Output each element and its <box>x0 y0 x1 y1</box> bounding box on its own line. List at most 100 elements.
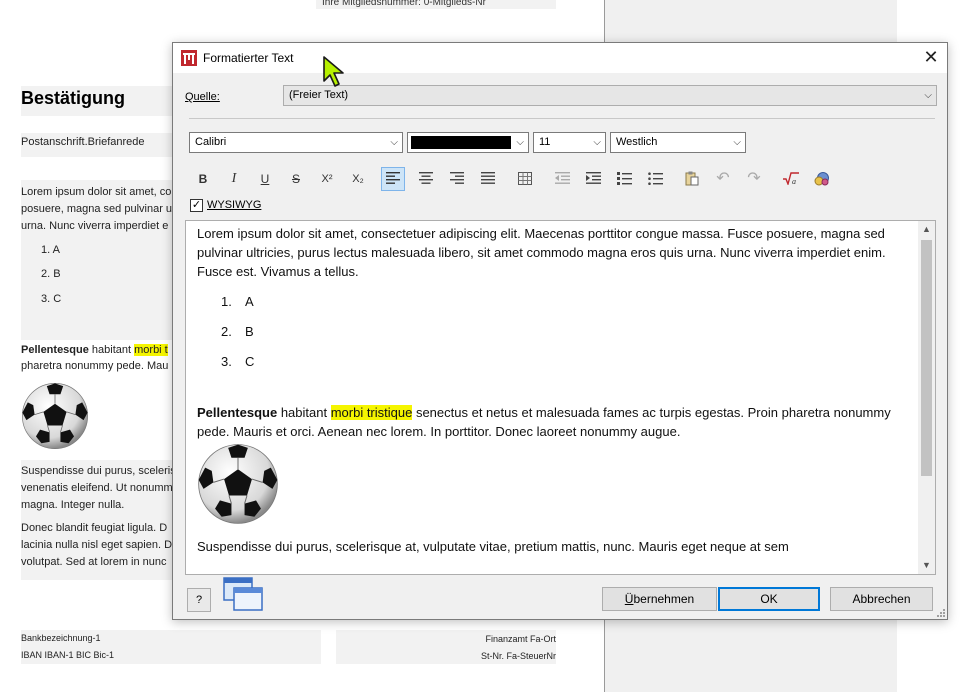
insert-table-button[interactable] <box>513 167 537 191</box>
table-icon <box>518 172 532 185</box>
chevron-up-icon: ▲ <box>922 224 931 234</box>
script-select[interactable]: Westlich ⌵ <box>610 132 746 153</box>
dialog-titlebar[interactable]: Formatierter Text ✕ <box>173 43 947 73</box>
doc-para1-line: posuere, magna sed pulvinar u <box>21 203 173 215</box>
doc-para4-line: Donec blandit feugiat ligula. D <box>21 522 168 534</box>
align-justify-button[interactable] <box>476 167 500 191</box>
bullet-list-icon <box>647 172 663 185</box>
field-placeholder-icon <box>814 172 829 186</box>
ok-button[interactable]: OK <box>718 587 820 611</box>
chevron-down-icon: ⌵ <box>516 137 524 148</box>
chevron-down-icon: ⌵ <box>924 90 932 101</box>
font-color-select[interactable]: ⌵ <box>407 132 529 153</box>
numbered-list-button[interactable] <box>612 167 636 191</box>
font-size-value: 11 <box>539 136 551 148</box>
doc-para3-line: magna. Integer nulla. <box>21 499 125 511</box>
doc-footer-bank: Bankbezeichnung-1 <box>21 633 101 643</box>
undo-button[interactable]: ↶ <box>711 167 735 191</box>
insert-formula-button[interactable]: a <box>779 167 803 191</box>
chevron-down-icon: ⌵ <box>593 137 601 148</box>
soccer-ball-image <box>22 383 88 449</box>
close-icon: ✕ <box>923 47 939 67</box>
source-label: Quelle: <box>185 91 220 103</box>
close-button[interactable]: ✕ <box>915 43 947 73</box>
bullet-list-button[interactable] <box>643 167 667 191</box>
align-right-button[interactable] <box>445 167 469 191</box>
doc-footer-tax-number: St-Nr. Fa-SteuerNr <box>480 651 556 661</box>
source-select[interactable]: (Freier Text) ⌵ <box>283 85 937 106</box>
soccer-ball-image <box>198 444 278 524</box>
doc-para3-line: Suspendisse dui purus, sceleris <box>21 465 176 477</box>
increase-indent-button[interactable] <box>581 167 605 191</box>
source-select-value: (Freier Text) <box>289 89 349 101</box>
paste-button[interactable] <box>680 167 704 191</box>
wysiwyg-checkbox[interactable]: ✓ <box>190 199 203 212</box>
doc-member-number: Ihre Mitgliedsnummer: 0-Mitglieds-Nr <box>322 0 486 8</box>
mouse-cursor-icon <box>323 56 344 87</box>
doc-para4-line: volutpat. Sed at lorem in nunc <box>21 556 167 568</box>
doc-title: Bestätigung <box>21 88 126 108</box>
doc-footer-iban: IBAN IBAN-1 BIC Bic-1 <box>21 650 115 660</box>
font-family-value: Calibri <box>195 136 227 148</box>
editor-scrollbar[interactable]: ▲ ▼ <box>918 221 935 574</box>
doc-para1-line: urna. Nunc viverra imperdiet e <box>21 220 169 232</box>
editor-numbered-list: 1. A 2. B 3. C <box>197 292 917 382</box>
bold-button[interactable]: B <box>191 167 215 191</box>
insert-field-button[interactable] <box>810 167 834 191</box>
italic-button[interactable]: I <box>222 167 246 191</box>
doc-list-item: 1. A <box>41 244 60 256</box>
chevron-down-icon: ⌵ <box>390 137 398 148</box>
doc-para2-line2: pharetra nonummy pede. Mau <box>21 360 169 372</box>
editor-content[interactable]: Lorem ipsum dolor sit amet, consectetuer… <box>197 224 917 556</box>
window-switch-icon[interactable] <box>223 577 265 613</box>
align-center-button[interactable] <box>414 167 438 191</box>
underline-button[interactable]: U <box>253 167 277 191</box>
doc-para4-line: lacinia nulla nisl eget sapien. D <box>21 539 173 551</box>
chevron-down-icon: ⌵ <box>733 137 741 148</box>
help-icon: ? <box>195 594 203 606</box>
font-color-swatch <box>411 136 511 149</box>
help-button[interactable]: ? <box>187 588 211 612</box>
app-logo-icon <box>181 50 197 66</box>
svg-text:a: a <box>792 177 796 185</box>
script-value: Westlich <box>616 136 658 148</box>
scroll-thumb[interactable] <box>921 240 932 476</box>
redo-button[interactable]: ↷ <box>742 167 766 191</box>
doc-salutation: Postanschrift.Briefanrede <box>21 136 145 148</box>
list-item: 3. C <box>221 354 255 369</box>
apply-button[interactable]: Übernehmen <box>602 587 717 611</box>
font-family-select[interactable]: Calibri ⌵ <box>189 132 403 153</box>
decrease-indent-button[interactable] <box>550 167 574 191</box>
editor-para3: Suspendisse dui purus, scelerisque at, v… <box>197 539 789 554</box>
doc-para2: Pellentesque habitant morbi t <box>21 344 168 356</box>
align-center-icon <box>419 172 433 184</box>
font-size-select[interactable]: 11 ⌵ <box>533 132 606 153</box>
align-left-button[interactable] <box>381 167 405 191</box>
scroll-down-arrow[interactable]: ▼ <box>918 557 935 574</box>
editor-para2: Pellentesque habitant morbi tristique se… <box>197 405 891 439</box>
superscript-button[interactable]: X² <box>315 167 339 191</box>
wysiwyg-label: WYSIWYG <box>207 199 262 211</box>
indent-icon <box>585 172 601 184</box>
list-item: 1. A <box>221 294 254 309</box>
scroll-up-arrow[interactable]: ▲ <box>918 221 935 238</box>
formula-icon: a <box>783 172 799 185</box>
doc-footer-tax-office: Finanzamt Fa-Ort <box>485 634 556 644</box>
align-left-icon <box>386 172 400 184</box>
resize-grip-icon[interactable] <box>936 608 946 618</box>
subscript-button[interactable]: X₂ <box>346 167 370 191</box>
strikethrough-button[interactable]: S <box>284 167 308 191</box>
doc-para1-line: Lorem ipsum dolor sit amet, co <box>21 186 172 198</box>
cancel-button[interactable]: Abbrechen <box>830 587 933 611</box>
redo-icon: ↷ <box>747 170 761 187</box>
rich-text-editor[interactable]: Lorem ipsum dolor sit amet, consectetuer… <box>185 220 936 575</box>
clipboard-icon <box>685 171 699 186</box>
formatted-text-dialog: Formatierter Text ✕ Quelle: (Freier Text… <box>172 42 948 620</box>
divider <box>189 118 935 119</box>
numbered-list-icon <box>616 172 632 185</box>
editor-para1: Lorem ipsum dolor sit amet, consectetuer… <box>197 226 886 279</box>
align-justify-icon <box>481 172 495 184</box>
undo-icon: ↶ <box>716 170 730 187</box>
dialog-title: Formatierter Text <box>203 51 294 65</box>
align-right-icon <box>450 172 464 184</box>
